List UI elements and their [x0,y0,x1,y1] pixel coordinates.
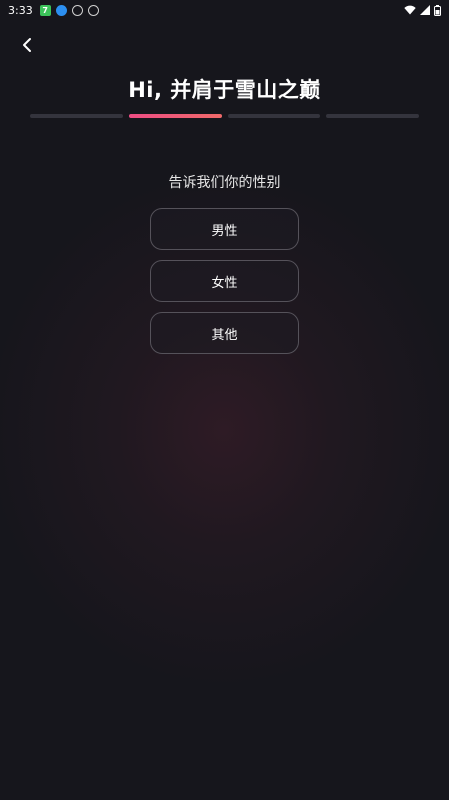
gender-option-male[interactable]: 男性 [150,208,299,250]
progress-step-3 [227,114,321,118]
notification-download-icon [55,4,67,16]
chevron-left-icon [23,38,31,52]
gender-question: 告诉我们你的性别 [168,175,281,191]
progress-step-1 [30,114,123,118]
status-left: 3:33 7 [8,4,99,17]
status-bar: 3:33 7 [0,0,449,20]
wifi-icon [404,5,416,15]
page-title: Hi, 并肩于雪山之巅 [128,78,321,102]
notification-app-icon: 7 [39,4,51,16]
gender-option-other[interactable]: 其他 [150,312,299,354]
status-right [404,4,441,16]
status-time: 3:33 [8,3,33,17]
gender-selection-screen: 3:33 7 Hi, 并肩于雪山之巅 告诉我们你的性别 男性 女性 其他 [0,0,449,800]
back-button[interactable] [16,34,38,56]
battery-icon [434,4,441,16]
step-progress-bar [30,114,419,119]
progress-step-4 [326,114,419,118]
gender-options: 男性 女性 其他 [150,208,299,354]
progress-step-2 [128,114,222,118]
gender-option-female[interactable]: 女性 [150,260,299,302]
notification-shield-icon-2 [87,4,99,16]
signal-icon [420,5,430,15]
notification-shield-icon [71,4,83,16]
